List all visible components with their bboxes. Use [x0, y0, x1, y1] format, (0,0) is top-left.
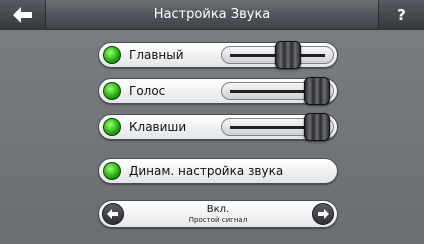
previous-option-button[interactable]	[102, 203, 124, 225]
dynamic-sound-label: Динам. настройка звука	[129, 164, 284, 178]
keys-volume-toggle[interactable]	[103, 118, 121, 136]
voice-volume-label: Голос	[129, 84, 166, 98]
dynamic-sound-led	[103, 162, 121, 180]
selected-option-value: Вкл.	[206, 204, 230, 215]
volume-row-voice: Голос	[98, 77, 338, 105]
volume-row-keys: Клавиши	[98, 113, 338, 141]
voice-volume-slider[interactable]	[221, 77, 334, 105]
sound-mode-selector: Вкл. Простой сигнал	[98, 200, 338, 228]
selected-option-subtitle: Простой сигнал	[188, 216, 248, 224]
keys-volume-label: Клавиши	[129, 120, 187, 134]
slider-knob[interactable]	[275, 41, 301, 69]
dynamic-sound-toggle[interactable]: Динам. настройка звука	[98, 158, 338, 184]
arrow-left-icon	[107, 209, 118, 219]
arrow-right-icon	[318, 209, 329, 219]
back-button[interactable]	[0, 0, 46, 30]
help-icon: ?	[397, 6, 406, 24]
sound-settings-screen: Настройка Звука ? Главный Голос Клавиши	[0, 0, 424, 244]
slider-knob[interactable]	[304, 77, 330, 105]
voice-volume-toggle[interactable]	[103, 82, 121, 100]
page-title: Настройка Звука	[153, 7, 271, 22]
next-option-button[interactable]	[312, 203, 334, 225]
arrow-left-icon	[12, 7, 32, 23]
help-button[interactable]: ?	[378, 0, 424, 30]
keys-volume-slider[interactable]	[221, 113, 334, 141]
main-volume-label: Главный	[129, 48, 184, 62]
header-bar: Настройка Звука ?	[0, 0, 424, 30]
main-volume-toggle[interactable]	[103, 46, 121, 64]
main-volume-slider[interactable]	[221, 41, 334, 69]
slider-knob[interactable]	[304, 113, 330, 141]
volume-row-main: Главный	[98, 41, 338, 69]
